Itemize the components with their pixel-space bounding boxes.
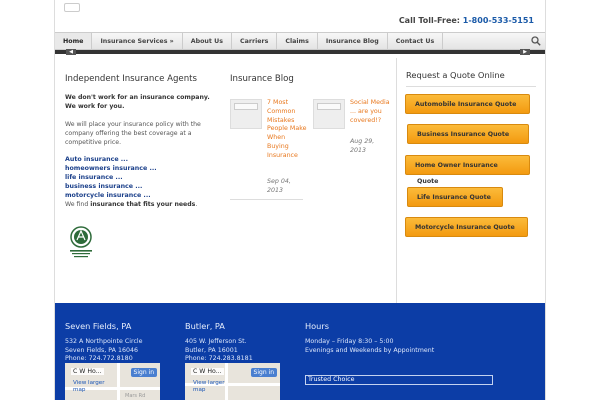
phone-link[interactable]: 1-800-533-5151 [463, 16, 534, 25]
office-map[interactable]: C W Ho... Sign in View larger map [185, 363, 280, 400]
quote-title: Request a Quote Online [406, 70, 536, 87]
post-date: Aug 29, 2013 [350, 138, 375, 154]
column-divider [396, 58, 397, 303]
blog-post[interactable]: 7 Most Common Mistakes People Make When … [230, 99, 310, 204]
toll-free-label: Call Toll-Free: [398, 16, 460, 25]
office-map[interactable]: C W Ho... Sign in View larger map Mars Rd [65, 363, 160, 400]
nav-contact-us[interactable]: Contact Us [388, 33, 444, 49]
office-address: 532 A Northpointe Circle Seven Fields, P… [65, 338, 143, 364]
post-thumbnail[interactable] [313, 99, 345, 129]
view-larger-map-text[interactable]: map [73, 387, 85, 393]
business-quote-button[interactable]: Business Insurance Quote [407, 124, 529, 144]
office-citystate: Seven Fields, PA 16046 [65, 346, 139, 354]
map-sign-in-button[interactable]: Sign in [130, 368, 157, 377]
post-divider [230, 199, 303, 200]
slider-bar [55, 50, 545, 54]
nav-carriers[interactable]: Carriers [232, 33, 278, 49]
link-business-insurance[interactable]: business insurance ... [65, 182, 225, 191]
quote-section: Request a Quote Online [406, 70, 536, 93]
post-date: Sep 04, 2013 [267, 178, 291, 194]
find-prefix: We find [65, 201, 91, 208]
trusted-choice-box[interactable]: Trusted Choice [305, 375, 493, 385]
insurance-links: Auto insurance ... homeowners insurance … [65, 155, 225, 200]
hours-text: Monday – Friday 8:30 – 5:00 Evenings and… [305, 338, 434, 355]
office-city: Butler, PA [185, 321, 225, 331]
view-larger-map-link[interactable]: View larger map [193, 380, 233, 394]
nav-insurance-services[interactable]: Insurance Services » [92, 33, 183, 49]
link-homeowners-insurance[interactable]: homeowners insurance ... [65, 164, 225, 173]
search-icon[interactable] [531, 36, 541, 46]
office-citystate: Butler, PA 16001 [185, 346, 238, 354]
view-larger-map-text[interactable]: map [193, 387, 205, 393]
intro-bold-line2: We work for you. [65, 103, 125, 110]
office-street: 405 W. Jefferson St. [185, 338, 247, 345]
map-street-label: Mars Rd [125, 393, 146, 399]
post-title[interactable]: 7 Most Common Mistakes People Make When … [267, 99, 307, 161]
office-street: 532 A Northpointe Circle [65, 338, 143, 345]
map-sign-in-button[interactable]: Sign in [250, 368, 277, 377]
hours-line2: Evenings and Weekends by Appointment [305, 346, 435, 354]
intro-title: Independent Insurance Agents [65, 74, 198, 84]
post-title[interactable]: Social Media ... are you covered!? [350, 99, 390, 125]
intro-bold-line1: We don't work for an insurance company. [65, 94, 210, 101]
find-bold: insurance that fits your needs [90, 201, 196, 208]
nav-home[interactable]: Home [55, 33, 93, 49]
blog-title: Insurance Blog [230, 74, 294, 84]
slider-prev-icon[interactable]: ◀ [66, 49, 76, 55]
hours-line1: Monday – Friday 8:30 – 5:00 [305, 338, 394, 345]
nav-claims[interactable]: Claims [277, 33, 318, 49]
logo[interactable] [64, 3, 80, 12]
view-larger-text[interactable]: View larger [73, 380, 105, 386]
home-owner-quote-tail[interactable]: Quote [417, 178, 438, 185]
find-suffix: . [195, 201, 198, 208]
map-place-label: C W Ho... [71, 368, 104, 375]
left-margin [0, 0, 54, 400]
intro-paragraph: We will place your insurance policy with… [65, 121, 201, 146]
hours-title: Hours [305, 321, 329, 331]
office-city: Seven Fields, PA [65, 321, 132, 331]
footer: Seven Fields, PA 532 A Northpointe Circl… [55, 303, 545, 400]
toll-free-phone: Call Toll-Free: 1-800-533-5151 [399, 16, 534, 25]
motorcycle-quote-button[interactable]: Motorcycle Insurance Quote [405, 217, 528, 237]
find-insurance-text: We find insurance that fits your needs. [65, 200, 225, 209]
life-quote-button[interactable]: Life Insurance Quote [407, 187, 503, 207]
link-auto-insurance[interactable]: Auto insurance ... [65, 155, 225, 164]
blog-section: Insurance Blog [230, 74, 390, 93]
slider-next-icon[interactable]: ▶ [520, 49, 530, 55]
auto-quote-button[interactable]: Automobile Insurance Quote [405, 94, 530, 114]
trusted-choice-badge-icon [70, 226, 92, 258]
intro-tagline: We don't work for an insurance company. … [65, 93, 225, 111]
home-owner-quote-button[interactable]: Home Owner Insurance [405, 155, 530, 175]
page: Call Toll-Free: 1-800-533-5151 Home Insu… [0, 0, 600, 400]
office-address: 405 W. Jefferson St. Butler, PA 16001 Ph… [185, 338, 253, 364]
post-thumbnail[interactable] [230, 99, 262, 129]
nav-insurance-blog[interactable]: Insurance Blog [318, 33, 388, 49]
main-nav: Home Insurance Services » About Us Carri… [55, 32, 545, 50]
nav-about-us[interactable]: About Us [183, 33, 232, 49]
blog-post[interactable]: Social Media ... are you covered!? Aug 2… [313, 99, 393, 169]
intro-section: Independent Insurance Agents We don't wo… [65, 74, 225, 209]
view-larger-text[interactable]: View larger [193, 380, 225, 386]
view-larger-map-link[interactable]: View larger map [73, 380, 113, 394]
link-motorcycle-insurance[interactable]: motorcycle insurance ... [65, 191, 225, 200]
link-life-insurance[interactable]: life insurance ... [65, 173, 225, 182]
map-place-label: C W Ho... [191, 368, 224, 375]
